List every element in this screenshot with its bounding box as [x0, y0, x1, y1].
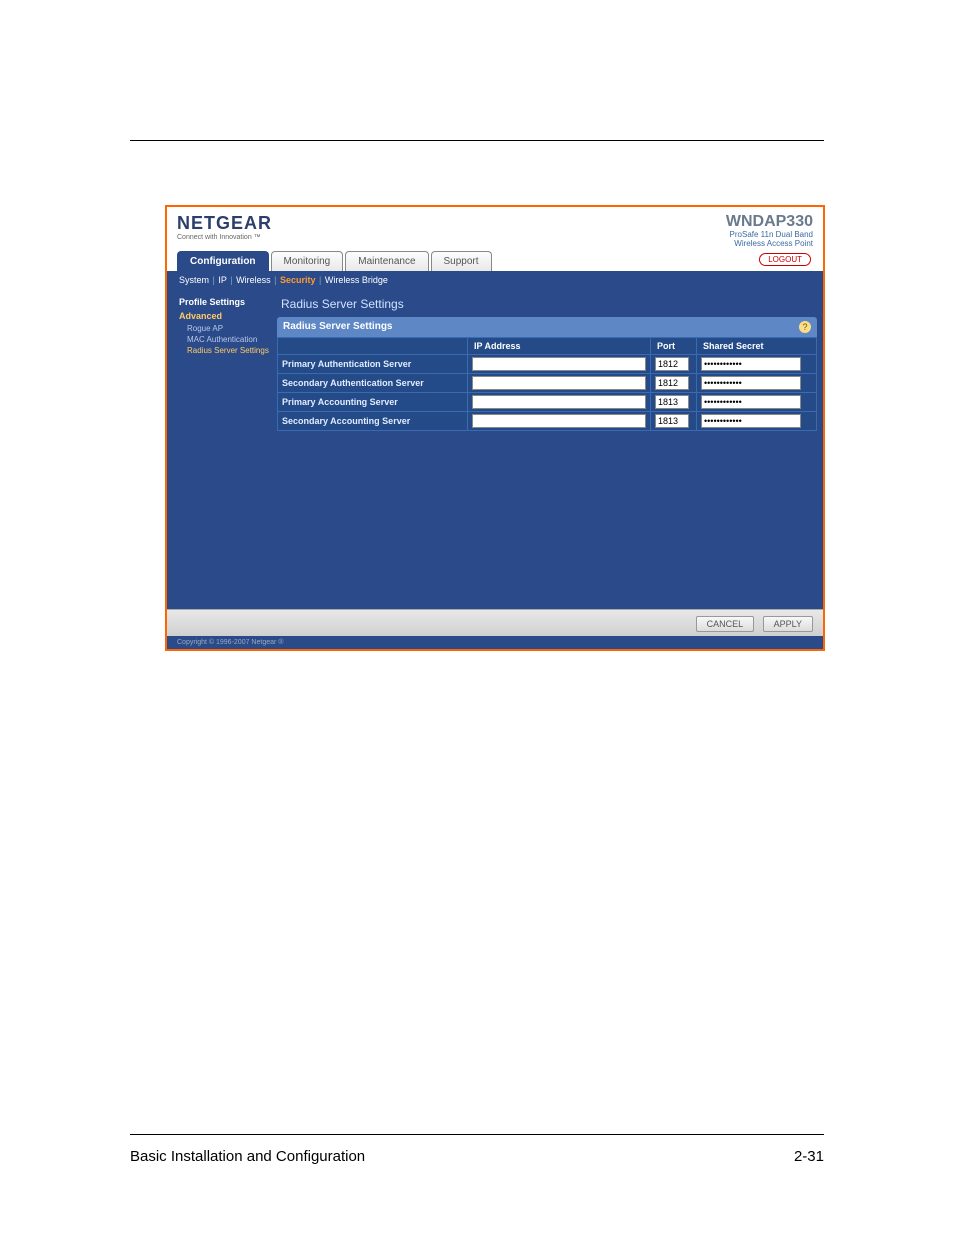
row-label: Secondary Authentication Server: [278, 373, 468, 392]
doc-header-rule: [130, 140, 824, 141]
doc-footer-rule: [130, 1134, 824, 1135]
subnav-wireless-bridge[interactable]: Wireless Bridge: [325, 275, 388, 285]
brand-left: NETGEAR Connect with Innovation ™: [177, 213, 272, 241]
sidebar-item-advanced[interactable]: Advanced: [173, 309, 271, 323]
brand-tagline: Connect with Innovation ™: [177, 234, 272, 241]
apply-button[interactable]: APPLY: [763, 616, 813, 632]
router-admin-screenshot: NETGEAR Connect with Innovation ™ WNDAP3…: [165, 205, 825, 651]
port-input[interactable]: [655, 376, 689, 390]
th-blank: [278, 337, 468, 354]
subnav-system[interactable]: System: [179, 275, 209, 285]
sidebar-item-profile[interactable]: Profile Settings: [173, 295, 271, 309]
main-panel: Radius Server Settings Radius Server Set…: [277, 289, 823, 609]
content-area: Profile Settings Advanced Rogue AP MAC A…: [167, 289, 823, 609]
sidebar: Profile Settings Advanced Rogue AP MAC A…: [167, 289, 277, 609]
row-label: Secondary Accounting Server: [278, 411, 468, 430]
port-input[interactable]: [655, 414, 689, 428]
product-sub2: Wireless Access Point: [726, 240, 813, 249]
doc-footer: Basic Installation and Configuration 2-3…: [130, 1148, 824, 1165]
subnav-sep: |: [319, 275, 324, 285]
subnav-sep: |: [213, 275, 218, 285]
action-bar: CANCEL APPLY: [167, 609, 823, 636]
th-port: Port: [651, 337, 697, 354]
subnav-sep: |: [274, 275, 279, 285]
port-input[interactable]: [655, 357, 689, 371]
settings-box: Radius Server Settings ? IP Address Port…: [277, 317, 817, 431]
row-label: Primary Authentication Server: [278, 354, 468, 373]
table-row: Primary Accounting Server: [278, 392, 817, 411]
footer-right: 2-31: [794, 1148, 824, 1165]
table-row: Secondary Accounting Server: [278, 411, 817, 430]
sidebar-item-mac[interactable]: MAC Authentication: [173, 334, 271, 345]
app-frame: NETGEAR Connect with Innovation ™ WNDAP3…: [165, 205, 825, 651]
sidebar-item-rogue[interactable]: Rogue AP: [173, 323, 271, 334]
th-secret: Shared Secret: [697, 337, 817, 354]
secret-input[interactable]: [701, 376, 801, 390]
table-row: Primary Authentication Server: [278, 354, 817, 373]
brand-name: NETGEAR: [177, 213, 272, 234]
secret-input[interactable]: [701, 395, 801, 409]
sidebar-item-radius[interactable]: Radius Server Settings: [173, 345, 271, 356]
subnav-security[interactable]: Security: [280, 275, 316, 285]
table-row: Secondary Authentication Server: [278, 373, 817, 392]
row-label: Primary Accounting Server: [278, 392, 468, 411]
tab-monitoring[interactable]: Monitoring: [271, 251, 344, 271]
subnav-sep: |: [230, 275, 235, 285]
radius-settings-table: IP Address Port Shared Secret Primary Au…: [277, 337, 817, 431]
table-header-row: IP Address Port Shared Secret: [278, 337, 817, 354]
brand-right: WNDAP330 ProSafe 11n Dual Band Wireless …: [726, 213, 813, 249]
product-model: WNDAP330: [726, 213, 813, 231]
footer-left: Basic Installation and Configuration: [130, 1148, 365, 1165]
th-ip: IP Address: [468, 337, 651, 354]
ip-input[interactable]: [472, 357, 646, 371]
port-input[interactable]: [655, 395, 689, 409]
tab-maintenance[interactable]: Maintenance: [345, 251, 428, 271]
cancel-button[interactable]: CANCEL: [696, 616, 755, 632]
ip-input[interactable]: [472, 376, 646, 390]
logout-button[interactable]: LOGOUT: [759, 253, 811, 266]
copyright-footer: Copyright © 1996-2007 Netgear ®: [167, 636, 823, 649]
main-tabs: Configuration Monitoring Maintenance Sup…: [167, 251, 823, 271]
ip-input[interactable]: [472, 414, 646, 428]
subnav-ip[interactable]: IP: [218, 275, 226, 285]
secret-input[interactable]: [701, 357, 801, 371]
brand-header: NETGEAR Connect with Innovation ™ WNDAP3…: [167, 207, 823, 251]
sub-nav: System | IP | Wireless | Security | Wire…: [167, 271, 823, 289]
help-icon[interactable]: ?: [799, 321, 811, 333]
ip-input[interactable]: [472, 395, 646, 409]
secret-input[interactable]: [701, 414, 801, 428]
settings-box-header: Radius Server Settings ?: [277, 317, 817, 337]
panel-title: Radius Server Settings: [277, 295, 817, 317]
subnav-wireless[interactable]: Wireless: [236, 275, 271, 285]
tab-support[interactable]: Support: [431, 251, 492, 271]
settings-box-title: Radius Server Settings: [283, 321, 392, 332]
tab-configuration[interactable]: Configuration: [177, 251, 269, 271]
